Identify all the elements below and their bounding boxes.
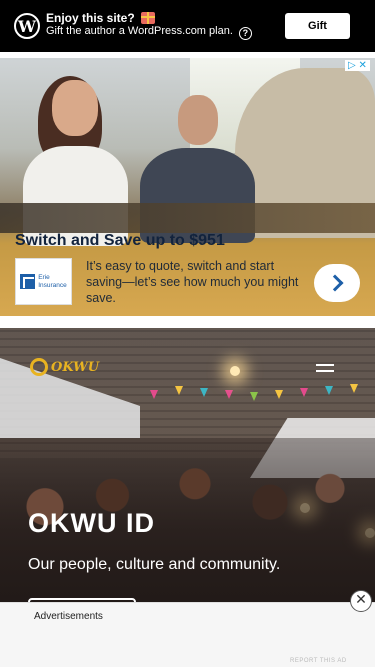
display-ad[interactable]: ▷ ✕ Switch and Save up to $951 Erie Insu…	[0, 58, 375, 316]
adchoices-icon[interactable]: ▷ ✕	[345, 60, 370, 71]
erie-insurance-logo-icon	[20, 274, 36, 289]
okwu-logo[interactable]: OKWU	[30, 358, 99, 376]
bunting-flag	[150, 390, 158, 399]
hamburger-menu-icon[interactable]	[316, 362, 334, 376]
advertiser-name-line1: Erie	[38, 273, 50, 281]
banner-subtitle-text: Gift the author a WordPress.com plan.	[46, 25, 233, 37]
report-ad-link[interactable]: REPORT THIS AD	[290, 658, 347, 664]
ad-body-text: It’s easy to quote, switch and start sav…	[86, 259, 299, 305]
bunting-flag	[275, 390, 283, 399]
banner-title: Enjoy this site?	[46, 11, 155, 25]
bunting-flag	[175, 386, 183, 395]
okwu-logo-text: OKWU	[51, 359, 100, 375]
gift-button[interactable]: Gift	[285, 13, 350, 39]
wordpress-logo-icon: W	[14, 13, 40, 39]
advertiser-name: Erie Insurance	[38, 274, 67, 290]
bottom-ad-bar: Advertisements REPORT THIS AD	[0, 602, 375, 667]
bunting-flag	[300, 388, 308, 397]
wordpress-gift-banner: W Enjoy this site? Gift the author a Wor…	[0, 0, 375, 52]
bunting-flag	[200, 388, 208, 397]
bunting-flag	[250, 392, 258, 401]
help-icon[interactable]: ?	[238, 27, 252, 40]
ad-headline: Switch and Save up to $951	[15, 232, 225, 249]
advertisements-label: Advertisements	[34, 611, 103, 622]
page-subtitle: Our people, culture and community.	[28, 556, 281, 573]
ad-photo-table	[0, 203, 375, 233]
gift-icon	[140, 12, 155, 24]
ad-cta-button[interactable]	[314, 264, 360, 302]
banner-title-text: Enjoy this site?	[46, 11, 135, 25]
banner-subtitle: Gift the author a WordPress.com plan.?	[46, 25, 252, 40]
advertiser-name-line2: Insurance	[38, 281, 67, 289]
chevron-right-icon	[326, 274, 344, 292]
page-title: OKWU ID	[28, 508, 155, 538]
string-light	[230, 366, 240, 376]
bunting-flag	[350, 384, 358, 393]
bunting-flag	[225, 390, 233, 399]
close-icon[interactable]: ✕	[350, 590, 372, 612]
advertiser-logo: Erie Insurance	[15, 258, 72, 305]
okwu-sun-icon	[30, 358, 48, 376]
bunting-flag	[325, 386, 333, 395]
